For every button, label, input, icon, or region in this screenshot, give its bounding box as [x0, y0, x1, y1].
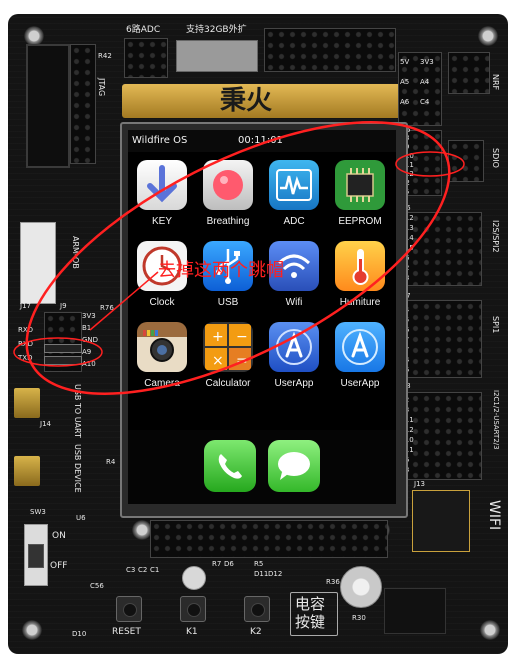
- annotation-pointer: [89, 271, 159, 331]
- annotation-text: 去掉这两个跳帽: [158, 260, 284, 281]
- sdio-highlight: [395, 151, 465, 177]
- annotation-overlay: [13, 121, 465, 395]
